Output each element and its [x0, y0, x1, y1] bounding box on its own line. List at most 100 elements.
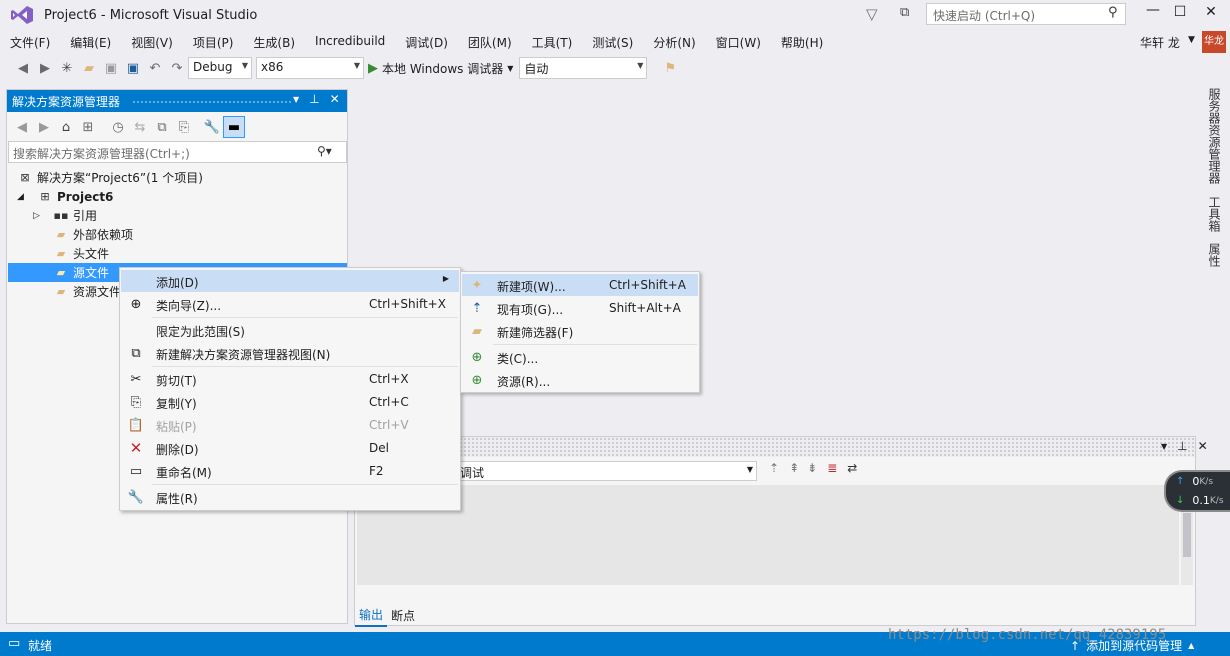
- save-all-icon[interactable]: ▣: [122, 57, 144, 79]
- open-folder-icon[interactable]: ▰: [78, 57, 100, 79]
- rename-icon: ▭: [129, 463, 143, 479]
- dropdown-icon[interactable]: ▼: [1161, 442, 1167, 451]
- tab-breakpoints[interactable]: 断点: [387, 605, 419, 626]
- menu-item-scope-to-this[interactable]: 限定为此范围(S): [121, 319, 459, 341]
- back-icon[interactable]: ◀: [12, 57, 34, 79]
- output-text-area[interactable]: [357, 485, 1179, 585]
- menu-test[interactable]: 测试(S): [582, 32, 643, 52]
- tab-output[interactable]: 输出: [355, 604, 388, 627]
- menu-item-class-wizard[interactable]: ⊕ 类向导(Z)... Ctrl+Shift+X: [121, 293, 459, 315]
- output-panel: ▼ ⊥ ✕ 调试 ▼ ⇡ ⇞ ⇟ ≣ ⇄ 输出 断点: [354, 436, 1208, 627]
- side-tab-server-explorer[interactable]: 服务器资源管理器: [1206, 88, 1223, 184]
- properties-wrench-icon[interactable]: 🔧: [201, 116, 223, 138]
- close-icon[interactable]: ✕: [330, 92, 340, 106]
- menu-item-class[interactable]: ⊕ 类(C)...: [462, 346, 698, 368]
- tree-item-resource-files[interactable]: ▰ 资源文件: [53, 282, 121, 301]
- tree-item-external-dependencies[interactable]: ▰ 外部依赖项: [53, 225, 133, 244]
- forward-icon[interactable]: ▶: [33, 116, 55, 138]
- solution-platform-select[interactable]: x86 ▼: [256, 57, 364, 79]
- dropdown-icon[interactable]: ▼: [293, 95, 299, 104]
- menu-item-add[interactable]: 添加(D) ▶: [121, 270, 459, 292]
- save-icon[interactable]: ▣: [100, 57, 122, 79]
- feedback-icon[interactable]: ⧉: [900, 5, 909, 20]
- separator: [152, 484, 458, 485]
- menu-item-cut[interactable]: ✂ 剪切(T) Ctrl+X: [121, 368, 459, 390]
- menu-incredibuild[interactable]: Incredibuild: [305, 32, 395, 52]
- menu-help[interactable]: 帮助(H): [771, 32, 833, 52]
- redo-icon[interactable]: ↷: [166, 57, 188, 79]
- close-icon[interactable]: ✕: [1198, 439, 1208, 453]
- expanded-arrow-icon[interactable]: ◢: [17, 192, 37, 202]
- menu-debug[interactable]: 调试(D): [395, 32, 458, 52]
- menu-build[interactable]: 生成(B): [243, 32, 305, 52]
- side-tab-properties[interactable]: 属性: [1206, 243, 1223, 267]
- menu-edit[interactable]: 编辑(E): [60, 32, 121, 52]
- menu-item-new-explorer-view[interactable]: ⧉ 新建解决方案资源管理器视图(N): [121, 342, 459, 364]
- next-message-icon[interactable]: ⇟: [807, 461, 817, 475]
- word-wrap-icon[interactable]: ⇄: [847, 461, 857, 475]
- scrollbar-thumb[interactable]: [1183, 513, 1191, 557]
- search-icon[interactable]: ⚲: [1108, 5, 1118, 20]
- drag-handle[interactable]: [132, 100, 292, 104]
- solution-icon: ⊠: [20, 171, 30, 184]
- new-project-icon[interactable]: ✳: [56, 57, 78, 79]
- output-panel-header[interactable]: [355, 437, 1195, 457]
- collapse-all-icon[interactable]: ⧉: [151, 116, 173, 138]
- tree-item-solution[interactable]: ⊠ 解决方案“Project6”(1 个项目): [17, 168, 203, 187]
- menu-tools[interactable]: 工具(T): [522, 32, 583, 52]
- find-in-files-icon[interactable]: ⚑: [659, 57, 681, 79]
- download-arrow-icon: ↓: [1176, 495, 1185, 506]
- menu-item-rename[interactable]: ▭ 重命名(M) F2: [121, 460, 459, 482]
- collapsed-arrow-icon[interactable]: ▷: [33, 211, 53, 221]
- debug-mode-select[interactable]: 自动 ▼: [519, 57, 648, 79]
- previous-message-icon[interactable]: ⇞: [789, 461, 799, 475]
- menu-bar: 文件(F) 编辑(E) 视图(V) 项目(P) 生成(B) Incredibui…: [0, 32, 833, 52]
- undo-icon[interactable]: ↶: [144, 57, 166, 79]
- tree-item-header-files[interactable]: ▰ 头文件: [53, 244, 109, 263]
- solution-configuration-select[interactable]: Debug ▼: [188, 57, 252, 79]
- show-all-files-icon[interactable]: ⎘: [173, 116, 195, 138]
- search-icon[interactable]: ⚲▾: [317, 144, 332, 158]
- menu-analyze[interactable]: 分析(N): [643, 32, 705, 52]
- menu-item-properties[interactable]: 🔧 属性(R): [121, 486, 459, 508]
- menu-project[interactable]: 项目(P): [183, 32, 244, 52]
- menu-item-new-item[interactable]: ✦ 新建项(W)... Ctrl+Shift+A: [462, 274, 698, 296]
- quick-launch-input[interactable]: 快速启动 (Ctrl+Q): [926, 3, 1126, 25]
- close-button[interactable]: ✕: [1196, 4, 1226, 20]
- sync-icon[interactable]: ⇆: [129, 116, 151, 138]
- solution-explorer-search-input[interactable]: 搜索解决方案资源管理器(Ctrl+;): [8, 141, 347, 163]
- status-text: 就绪: [28, 639, 53, 653]
- pending-changes-icon[interactable]: ◷: [107, 116, 129, 138]
- tree-item-project[interactable]: ◢ ⊞ Project6: [17, 187, 113, 206]
- menu-item-new-filter[interactable]: ▰ 新建筛选器(F): [462, 320, 698, 342]
- menu-view[interactable]: 视图(V): [121, 32, 183, 52]
- minimize-button[interactable]: —: [1138, 2, 1168, 18]
- user-name[interactable]: 华轩 龙: [1140, 34, 1180, 51]
- maximize-button[interactable]: ☐: [1165, 4, 1195, 20]
- chevron-down-icon[interactable]: ▼: [1188, 35, 1195, 45]
- menu-window[interactable]: 窗口(W): [706, 32, 771, 52]
- notifications-filter-icon[interactable]: ▽: [866, 5, 878, 23]
- menu-item-resource[interactable]: ⊕ 资源(R)...: [462, 369, 698, 391]
- menu-item-existing-item[interactable]: ⇡ 现有项(G)... Shift+Alt+A: [462, 297, 698, 319]
- menu-team[interactable]: 团队(M): [458, 32, 522, 52]
- back-icon[interactable]: ◀: [11, 116, 33, 138]
- tree-item-references[interactable]: ▷ ▪▪ 引用: [33, 206, 97, 225]
- pin-icon[interactable]: ⊥: [1177, 439, 1187, 453]
- side-tab-toolbox[interactable]: 工具箱: [1206, 196, 1223, 232]
- pin-icon[interactable]: ⊥: [309, 92, 319, 106]
- find-message-icon[interactable]: ⇡: [769, 461, 779, 475]
- upload-arrow-icon: ↑: [1176, 476, 1185, 487]
- menu-item-paste[interactable]: 📋 粘贴(P) Ctrl+V: [121, 414, 459, 436]
- preview-selected-icon[interactable]: ▬: [223, 116, 245, 138]
- output-source-select[interactable]: 调试 ▼: [455, 461, 757, 481]
- switch-views-icon[interactable]: ⊞: [77, 116, 99, 138]
- avatar[interactable]: 华龙: [1202, 31, 1226, 53]
- forward-icon[interactable]: ▶: [34, 57, 56, 79]
- menu-item-delete[interactable]: ✕ 删除(D) Del: [121, 437, 459, 459]
- menu-file[interactable]: 文件(F): [0, 32, 60, 52]
- home-icon[interactable]: ⌂: [55, 116, 77, 138]
- clear-all-icon[interactable]: ≣: [827, 461, 837, 475]
- start-debugging-button[interactable]: ▶ 本地 Windows 调试器 ▼: [368, 60, 513, 77]
- menu-item-copy[interactable]: ⎘ 复制(Y) Ctrl+C: [121, 391, 459, 413]
